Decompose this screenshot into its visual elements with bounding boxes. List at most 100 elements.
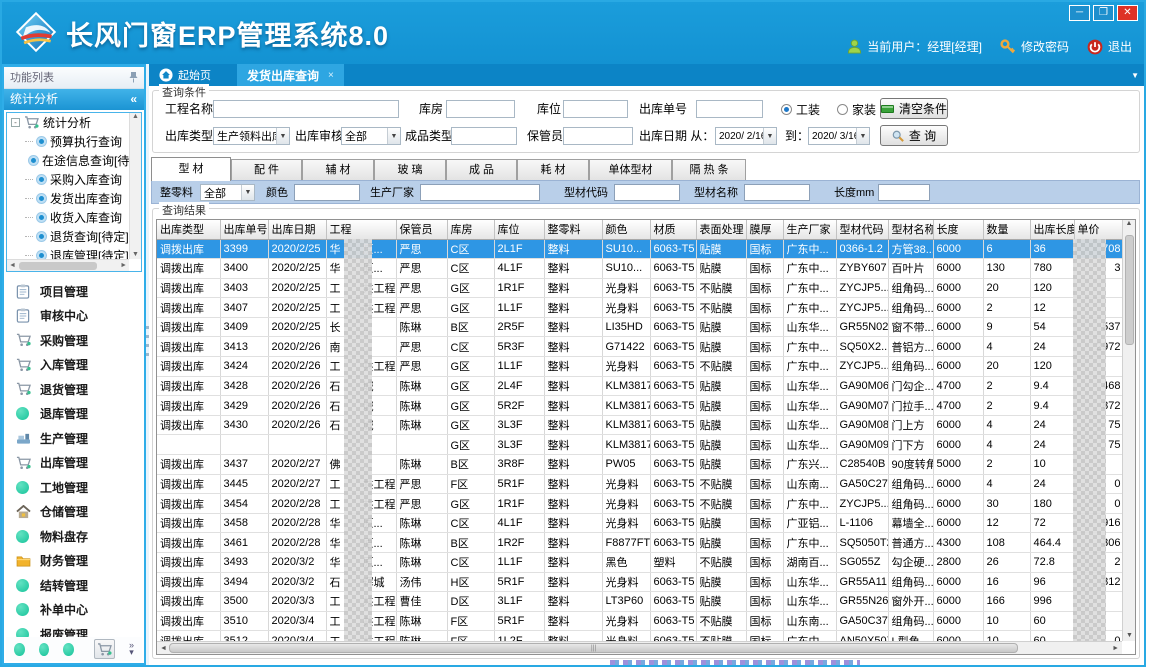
table-row[interactable]: 调拨出库35102020/3/4工 共工程陈琳F区5R1F整料光身料6063-T…: [157, 611, 1122, 631]
logout-button[interactable]: 退出: [1087, 38, 1132, 55]
sidebar-item-folder[interactable]: 财务管理: [6, 549, 142, 574]
length-input[interactable]: [878, 184, 930, 201]
table-row[interactable]: 调拨出库34542020/2/28工 共工程严思G区1R1F整料光身料6063-…: [157, 494, 1122, 514]
column-header[interactable]: 型材代码: [836, 220, 888, 239]
green-dot-icon[interactable]: [14, 643, 25, 656]
material-tab[interactable]: 隔 热 条: [672, 159, 746, 181]
sidebar-item-cart[interactable]: 采购管理: [6, 328, 142, 353]
table-row[interactable]: 调拨出库34032020/2/25工 共工程严思G区1R1F整料光身料6063-…: [157, 278, 1122, 298]
sidebar-item-clipboard[interactable]: 项目管理: [6, 279, 142, 304]
material-tab[interactable]: 耗 材: [517, 159, 589, 181]
warehouse-input[interactable]: [446, 100, 515, 118]
tree-item[interactable]: 发货出库查询: [7, 189, 129, 208]
table-row[interactable]: 调拨出库34292020/2/26石 城陈琳G区5R2F整料KLM3817606…: [157, 396, 1122, 416]
sidebar-item-cart[interactable]: 入库管理: [6, 353, 142, 378]
tree-horizontal-scrollbar[interactable]: ◄►: [7, 259, 129, 271]
column-header[interactable]: 出库日期: [268, 220, 326, 239]
overflow-chevron-icon[interactable]: »▾: [129, 642, 134, 656]
date-from-picker[interactable]: 2020/ 2/16▼: [715, 127, 777, 145]
tree-item[interactable]: 采购入库查询: [7, 170, 129, 189]
table-row[interactable]: 调拨出库34612020/2/28华 原...陈琳B区1R2F整料F8877FT…: [157, 533, 1122, 553]
table-row[interactable]: 调拨出库33992020/2/25华 原...严思C区2L1F整料SU10...…: [157, 239, 1122, 259]
radio-gongzhuang[interactable]: 工装: [781, 100, 820, 118]
table-row[interactable]: 调拨出库34242020/2/26工 共工程严思G区1L1F整料光身料6063-…: [157, 357, 1122, 377]
column-header[interactable]: 单价: [1074, 220, 1122, 239]
profile-name-input[interactable]: [744, 184, 810, 201]
close-button[interactable]: ✕: [1117, 5, 1138, 21]
material-tab[interactable]: 型 材: [151, 157, 231, 181]
sidebar-section-header[interactable]: 统计分析 «: [4, 89, 144, 110]
material-tab[interactable]: 辅 材: [302, 159, 374, 181]
collapse-icon[interactable]: «: [130, 89, 137, 110]
grid-vertical-scrollbar[interactable]: ▲▼: [1122, 220, 1135, 641]
color-input[interactable]: [294, 184, 360, 201]
pin-icon[interactable]: [129, 72, 138, 83]
column-header[interactable]: 出库单号: [220, 220, 268, 239]
cart-button[interactable]: [94, 639, 115, 659]
table-row[interactable]: 调拨出库34932020/3/2华 原...陈琳C区1L1F整料黑色塑料不贴膜国…: [157, 553, 1122, 573]
material-tab[interactable]: 成 品: [446, 159, 517, 181]
sidebar-item-prod[interactable]: 生产管理: [6, 426, 142, 451]
tree-expander-icon[interactable]: -: [11, 118, 20, 127]
outbound-type-select[interactable]: 生产领料出库▼: [213, 127, 290, 145]
tree-item[interactable]: 收货入库查询: [7, 208, 129, 227]
tab-home[interactable]: 起始页: [149, 64, 237, 86]
table-row[interactable]: 调拨出库34372020/2/27佛 ...陈琳B区3R8F整料PW056063…: [157, 455, 1122, 475]
table-row[interactable]: 调拨出库35002020/3/3工 共工程曹佳D区3L1F整料LT3P60606…: [157, 592, 1122, 612]
sidebar-item-cart[interactable]: 退货管理: [6, 377, 142, 402]
date-to-picker[interactable]: 2020/ 3/16▼: [808, 127, 870, 145]
whole-part-select[interactable]: 全部▼: [200, 184, 255, 201]
table-row[interactable]: G区3L3F整料KLM38176063-T5贴膜国标山东华...GA90M09.…: [157, 435, 1122, 455]
tree-item[interactable]: 在途信息查询[待: [7, 151, 129, 170]
sidebar-item-dot[interactable]: 结转管理: [6, 573, 142, 598]
table-row[interactable]: 调拨出库34582020/2/28华 原...陈琳C区4L1F整料光身料6063…: [157, 513, 1122, 533]
table-row[interactable]: 调拨出库34072020/2/25工 共工程严思G区1L1F整料光身料6063-…: [157, 298, 1122, 318]
tree-vertical-scrollbar[interactable]: ▲▼: [129, 113, 141, 259]
tree-item[interactable]: 退货查询[待定]: [7, 227, 129, 246]
tab-shipment-outbound-query[interactable]: 发货出库查询 ×: [237, 64, 344, 86]
material-tab[interactable]: 配 件: [231, 159, 302, 181]
table-row[interactable]: 调拨出库34132020/2/26南 ...严思C区5R3F整料G7142260…: [157, 337, 1122, 357]
sidebar-item-house[interactable]: 仓储管理: [6, 500, 142, 525]
green-dot-icon[interactable]: [63, 643, 74, 656]
sidebar-item-dot[interactable]: 补单中心: [6, 598, 142, 623]
sidebar-item-clipboard[interactable]: 审核中心: [6, 304, 142, 329]
column-header[interactable]: 长度: [933, 220, 983, 239]
column-header[interactable]: 表面处理: [696, 220, 746, 239]
tree-root[interactable]: - 统计分析: [7, 113, 129, 132]
product-type-input[interactable]: [451, 127, 517, 145]
maximize-button[interactable]: ❐: [1093, 5, 1114, 21]
tab-close-icon[interactable]: ×: [328, 70, 334, 81]
table-row[interactable]: 调拨出库34452020/2/27工 共工程严思F区5R1F整料光身料6063-…: [157, 474, 1122, 494]
column-header[interactable]: 材质: [650, 220, 696, 239]
column-header[interactable]: 膜厚: [746, 220, 783, 239]
column-header[interactable]: 工程: [326, 220, 396, 239]
tree-item[interactable]: 退库管理[待定]: [7, 246, 129, 259]
table-row[interactable]: 调拨出库34092020/2/25长 ...陈琳B区2R5F整料LI35HD60…: [157, 317, 1122, 337]
radio-jiazhuang[interactable]: 家装: [837, 100, 876, 118]
table-row[interactable]: 调拨出库34282020/2/26石 城陈琳G区2L4F整料KLM3817606…: [157, 376, 1122, 396]
tab-list-caret-icon[interactable]: ▼: [1131, 71, 1139, 80]
project-name-input[interactable]: [213, 100, 399, 118]
column-header[interactable]: 库位: [494, 220, 544, 239]
table-row[interactable]: 调拨出库34302020/2/26石 城陈琳G区3L3F整料KLM3817606…: [157, 415, 1122, 435]
table-row[interactable]: 调拨出库34942020/3/2石 辉城汤伟H区5R1F整料光身料6063-T5…: [157, 572, 1122, 592]
column-header[interactable]: 出库长度: [1030, 220, 1074, 239]
sidebar-item-cart[interactable]: 出库管理: [6, 451, 142, 476]
column-header[interactable]: 生产厂家: [783, 220, 836, 239]
material-tab[interactable]: 单体型材: [589, 159, 672, 181]
green-dot-icon[interactable]: [39, 643, 50, 656]
change-password-button[interactable]: 修改密码: [1000, 38, 1069, 55]
profile-code-input[interactable]: [614, 184, 680, 201]
column-header[interactable]: 保管员: [396, 220, 447, 239]
location-input[interactable]: [563, 100, 628, 118]
column-header[interactable]: 出库类型: [157, 220, 220, 239]
column-header[interactable]: 型材名称: [888, 220, 933, 239]
minimize-button[interactable]: ─: [1069, 5, 1090, 21]
table-row[interactable]: 调拨出库34002020/2/25华 原...严思C区4L1F整料SU10...…: [157, 259, 1122, 279]
column-header[interactable]: 库房: [447, 220, 494, 239]
sidebar-item-dot[interactable]: 报废管理: [6, 622, 142, 637]
sidebar-item-dot[interactable]: 物料盘存: [6, 524, 142, 549]
column-header[interactable]: 数量: [983, 220, 1030, 239]
search-button[interactable]: 查 询: [880, 125, 948, 146]
